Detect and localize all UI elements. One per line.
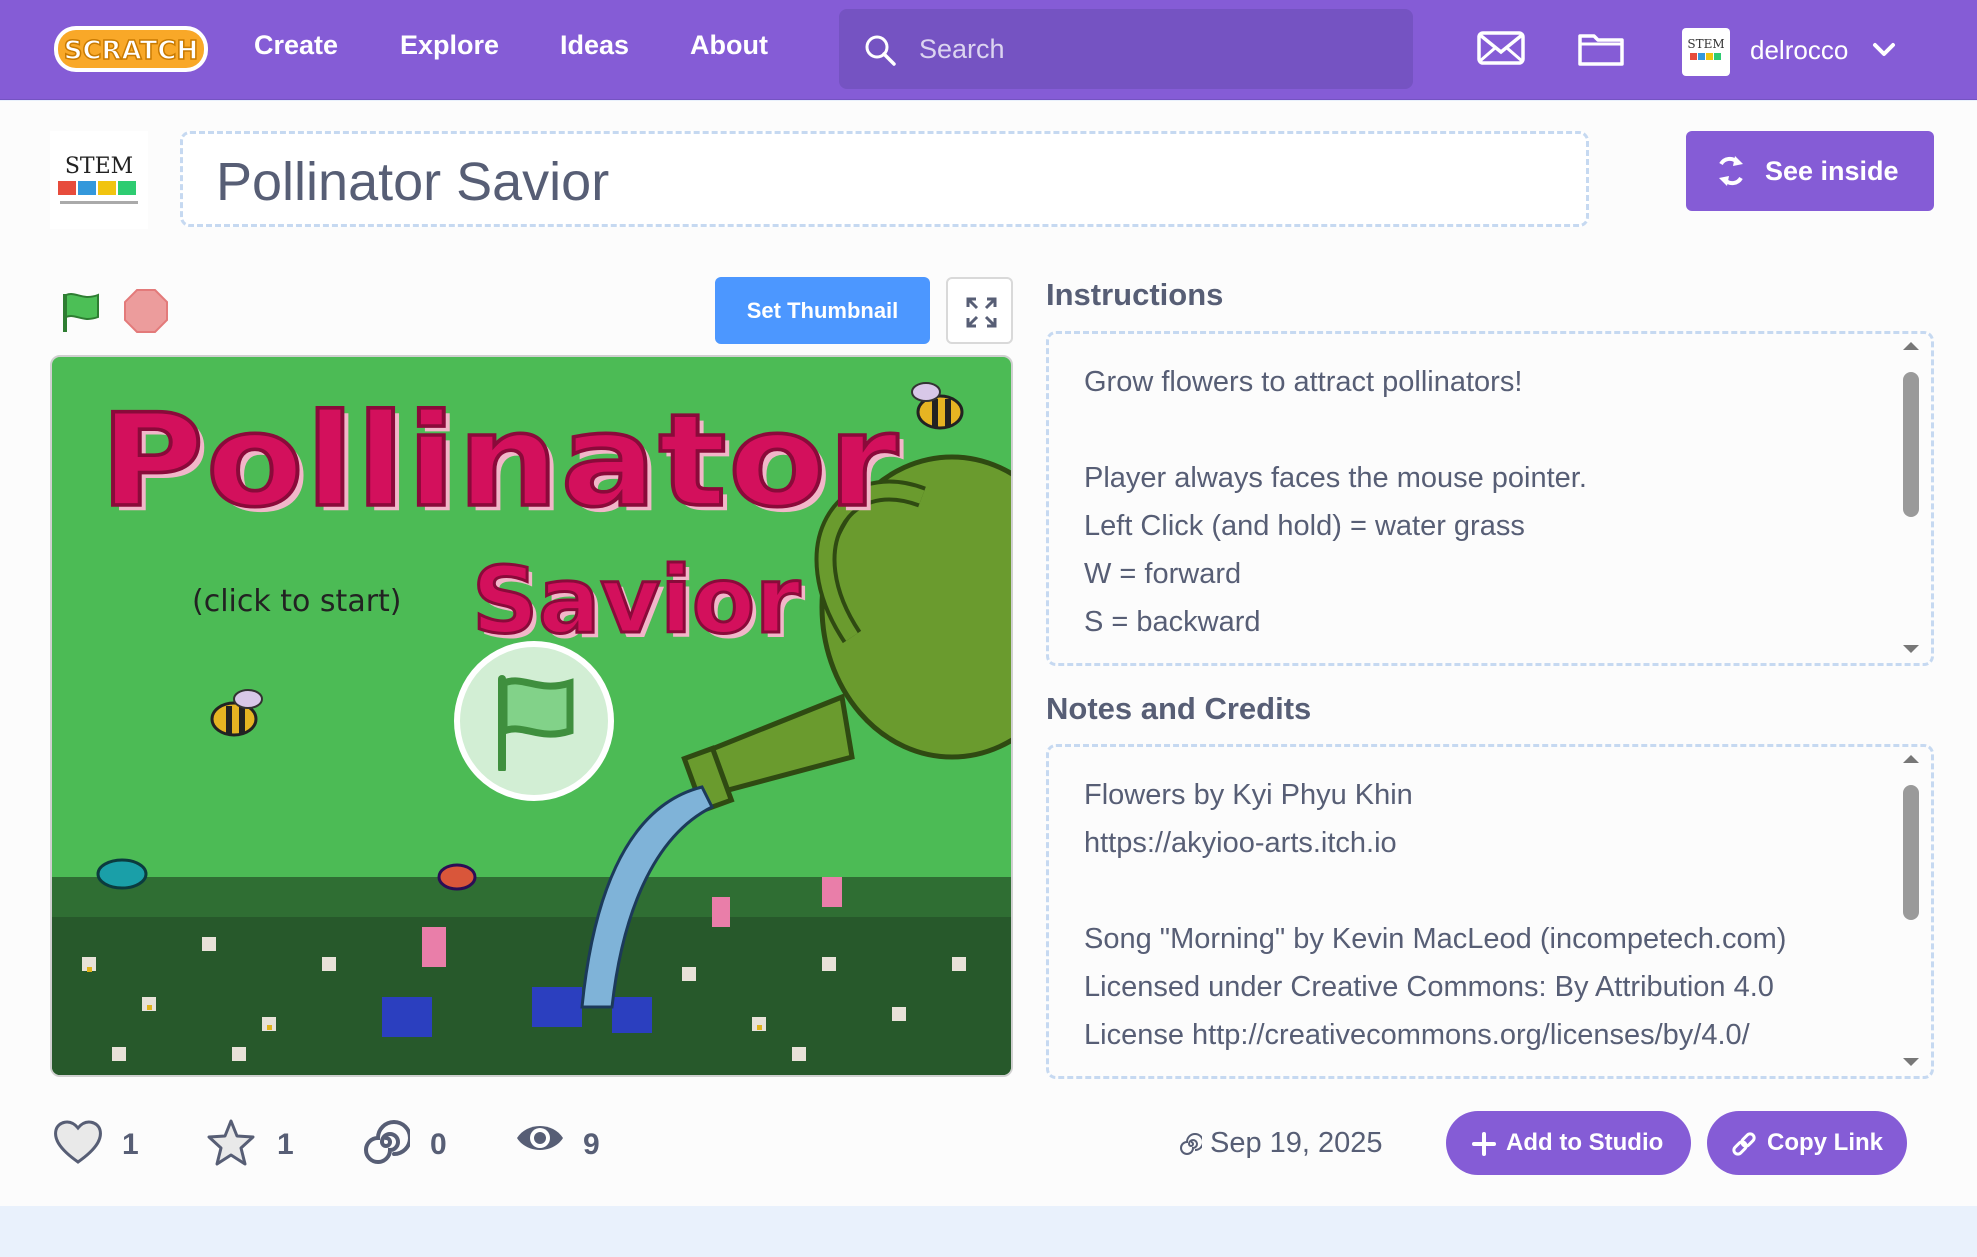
loves-count: 1 xyxy=(122,1128,139,1161)
green-flag-icon[interactable] xyxy=(57,288,107,338)
link-icon xyxy=(1732,1132,1756,1156)
scroll-down-arrow[interactable] xyxy=(1903,645,1919,653)
star-icon[interactable] xyxy=(205,1118,257,1168)
bee-sprite xyxy=(911,382,964,430)
notes-line: Licensed under Creative Commons: By Attr… xyxy=(1084,971,1774,1003)
remix-arrows-icon xyxy=(1719,156,1743,186)
copy-link-button[interactable]: Copy Link xyxy=(1707,1111,1907,1175)
add-to-studio-button[interactable]: Add to Studio xyxy=(1446,1111,1691,1175)
start-overlay-button[interactable] xyxy=(454,641,614,801)
search-input[interactable]: Search xyxy=(839,9,1413,89)
scroll-up-arrow[interactable] xyxy=(1903,342,1919,350)
notes-line: Song "Morning" by Kevin MacLeod (incompe… xyxy=(1084,923,1787,955)
notes-line: https://akyioo-arts.itch.io xyxy=(1084,827,1397,859)
copy-link-label: Copy Link xyxy=(1767,1129,1884,1156)
see-inside-button[interactable]: See inside xyxy=(1686,131,1934,211)
project-title-field[interactable]: Pollinator Savior xyxy=(180,131,1589,227)
nav-about-link[interactable]: About xyxy=(690,30,768,61)
see-inside-label: See inside xyxy=(1765,156,1899,186)
instructions-line: Grow flowers to attract pollinators! xyxy=(1084,366,1523,398)
scratch-logo[interactable]: SCRATCH xyxy=(52,20,210,78)
green-flag-icon xyxy=(498,675,574,771)
set-thumbnail-button[interactable]: Set Thumbnail xyxy=(715,277,930,344)
scrollbar-thumb[interactable] xyxy=(1903,785,1919,920)
instructions-heading: Instructions xyxy=(1046,277,1224,312)
notes-line: License http://creativecommons.org/licen… xyxy=(1084,1019,1750,1051)
fullscreen-button[interactable] xyxy=(946,277,1013,344)
user-avatar[interactable]: STEM xyxy=(1682,28,1730,76)
instructions-line: Left Click (and hold) = water grass xyxy=(1084,510,1525,542)
notes-line: Flowers by Kyi Phyu Khin xyxy=(1084,779,1413,811)
instructions-line: W = forward xyxy=(1084,558,1242,590)
shared-swirl-icon xyxy=(1180,1133,1202,1155)
remixes-count: 0 xyxy=(430,1128,447,1161)
top-nav: SCRATCH Create Explore Ideas About Searc… xyxy=(0,0,1977,100)
scroll-down-arrow[interactable] xyxy=(1903,1058,1919,1066)
instructions-line: S = backward xyxy=(1084,606,1261,638)
instructions-line: Player always faces the mouse pointer. xyxy=(1084,462,1587,494)
chevron-down-icon[interactable] xyxy=(1872,40,1896,60)
click-to-start-text: (click to start) xyxy=(192,584,402,619)
notes-field[interactable]: Flowers by Kyi Phyu Khin https://akyioo-… xyxy=(1046,744,1934,1079)
project-page: STEM Pollinator Savior See inside Set Th… xyxy=(0,101,1977,1206)
notes-heading: Notes and Credits xyxy=(1046,691,1312,726)
stage-title-line2: Savior xyxy=(470,546,801,656)
fullscreen-icon xyxy=(966,297,997,328)
svg-text:SCRATCH: SCRATCH xyxy=(64,36,199,66)
search-icon xyxy=(865,35,896,66)
plus-icon xyxy=(1472,1132,1496,1156)
favorites-count: 1 xyxy=(277,1128,294,1161)
my-stuff-folder-icon[interactable] xyxy=(1577,28,1625,68)
nav-ideas-link[interactable]: Ideas xyxy=(560,30,629,61)
stop-icon[interactable] xyxy=(123,288,169,334)
scroll-up-arrow[interactable] xyxy=(1903,755,1919,763)
svg-text:STEM: STEM xyxy=(65,154,133,179)
remix-spiral-icon xyxy=(364,1120,410,1164)
heart-icon[interactable] xyxy=(52,1118,104,1166)
shared-date: Sep 19, 2025 xyxy=(1210,1127,1383,1159)
search-placeholder: Search xyxy=(919,34,1005,64)
project-title: Pollinator Savior xyxy=(216,152,610,212)
username-label[interactable]: delrocco xyxy=(1750,35,1848,66)
messages-icon[interactable] xyxy=(1477,28,1525,68)
project-author-avatar[interactable]: STEM xyxy=(50,131,148,229)
nav-explore-link[interactable]: Explore xyxy=(400,30,499,61)
add-to-studio-label: Add to Studio xyxy=(1506,1129,1664,1156)
project-stage[interactable]: Pollinator Savior (click to start) xyxy=(50,355,1013,1077)
views-count: 9 xyxy=(583,1128,600,1161)
eye-icon xyxy=(517,1126,563,1150)
nav-create-link[interactable]: Create xyxy=(254,30,338,61)
svg-text:STEM: STEM xyxy=(1687,37,1724,51)
scrollbar-thumb[interactable] xyxy=(1903,372,1919,517)
stage-title-line1: Pollinator xyxy=(98,385,901,537)
instructions-field[interactable]: Grow flowers to attract pollinators! Pla… xyxy=(1046,331,1934,666)
